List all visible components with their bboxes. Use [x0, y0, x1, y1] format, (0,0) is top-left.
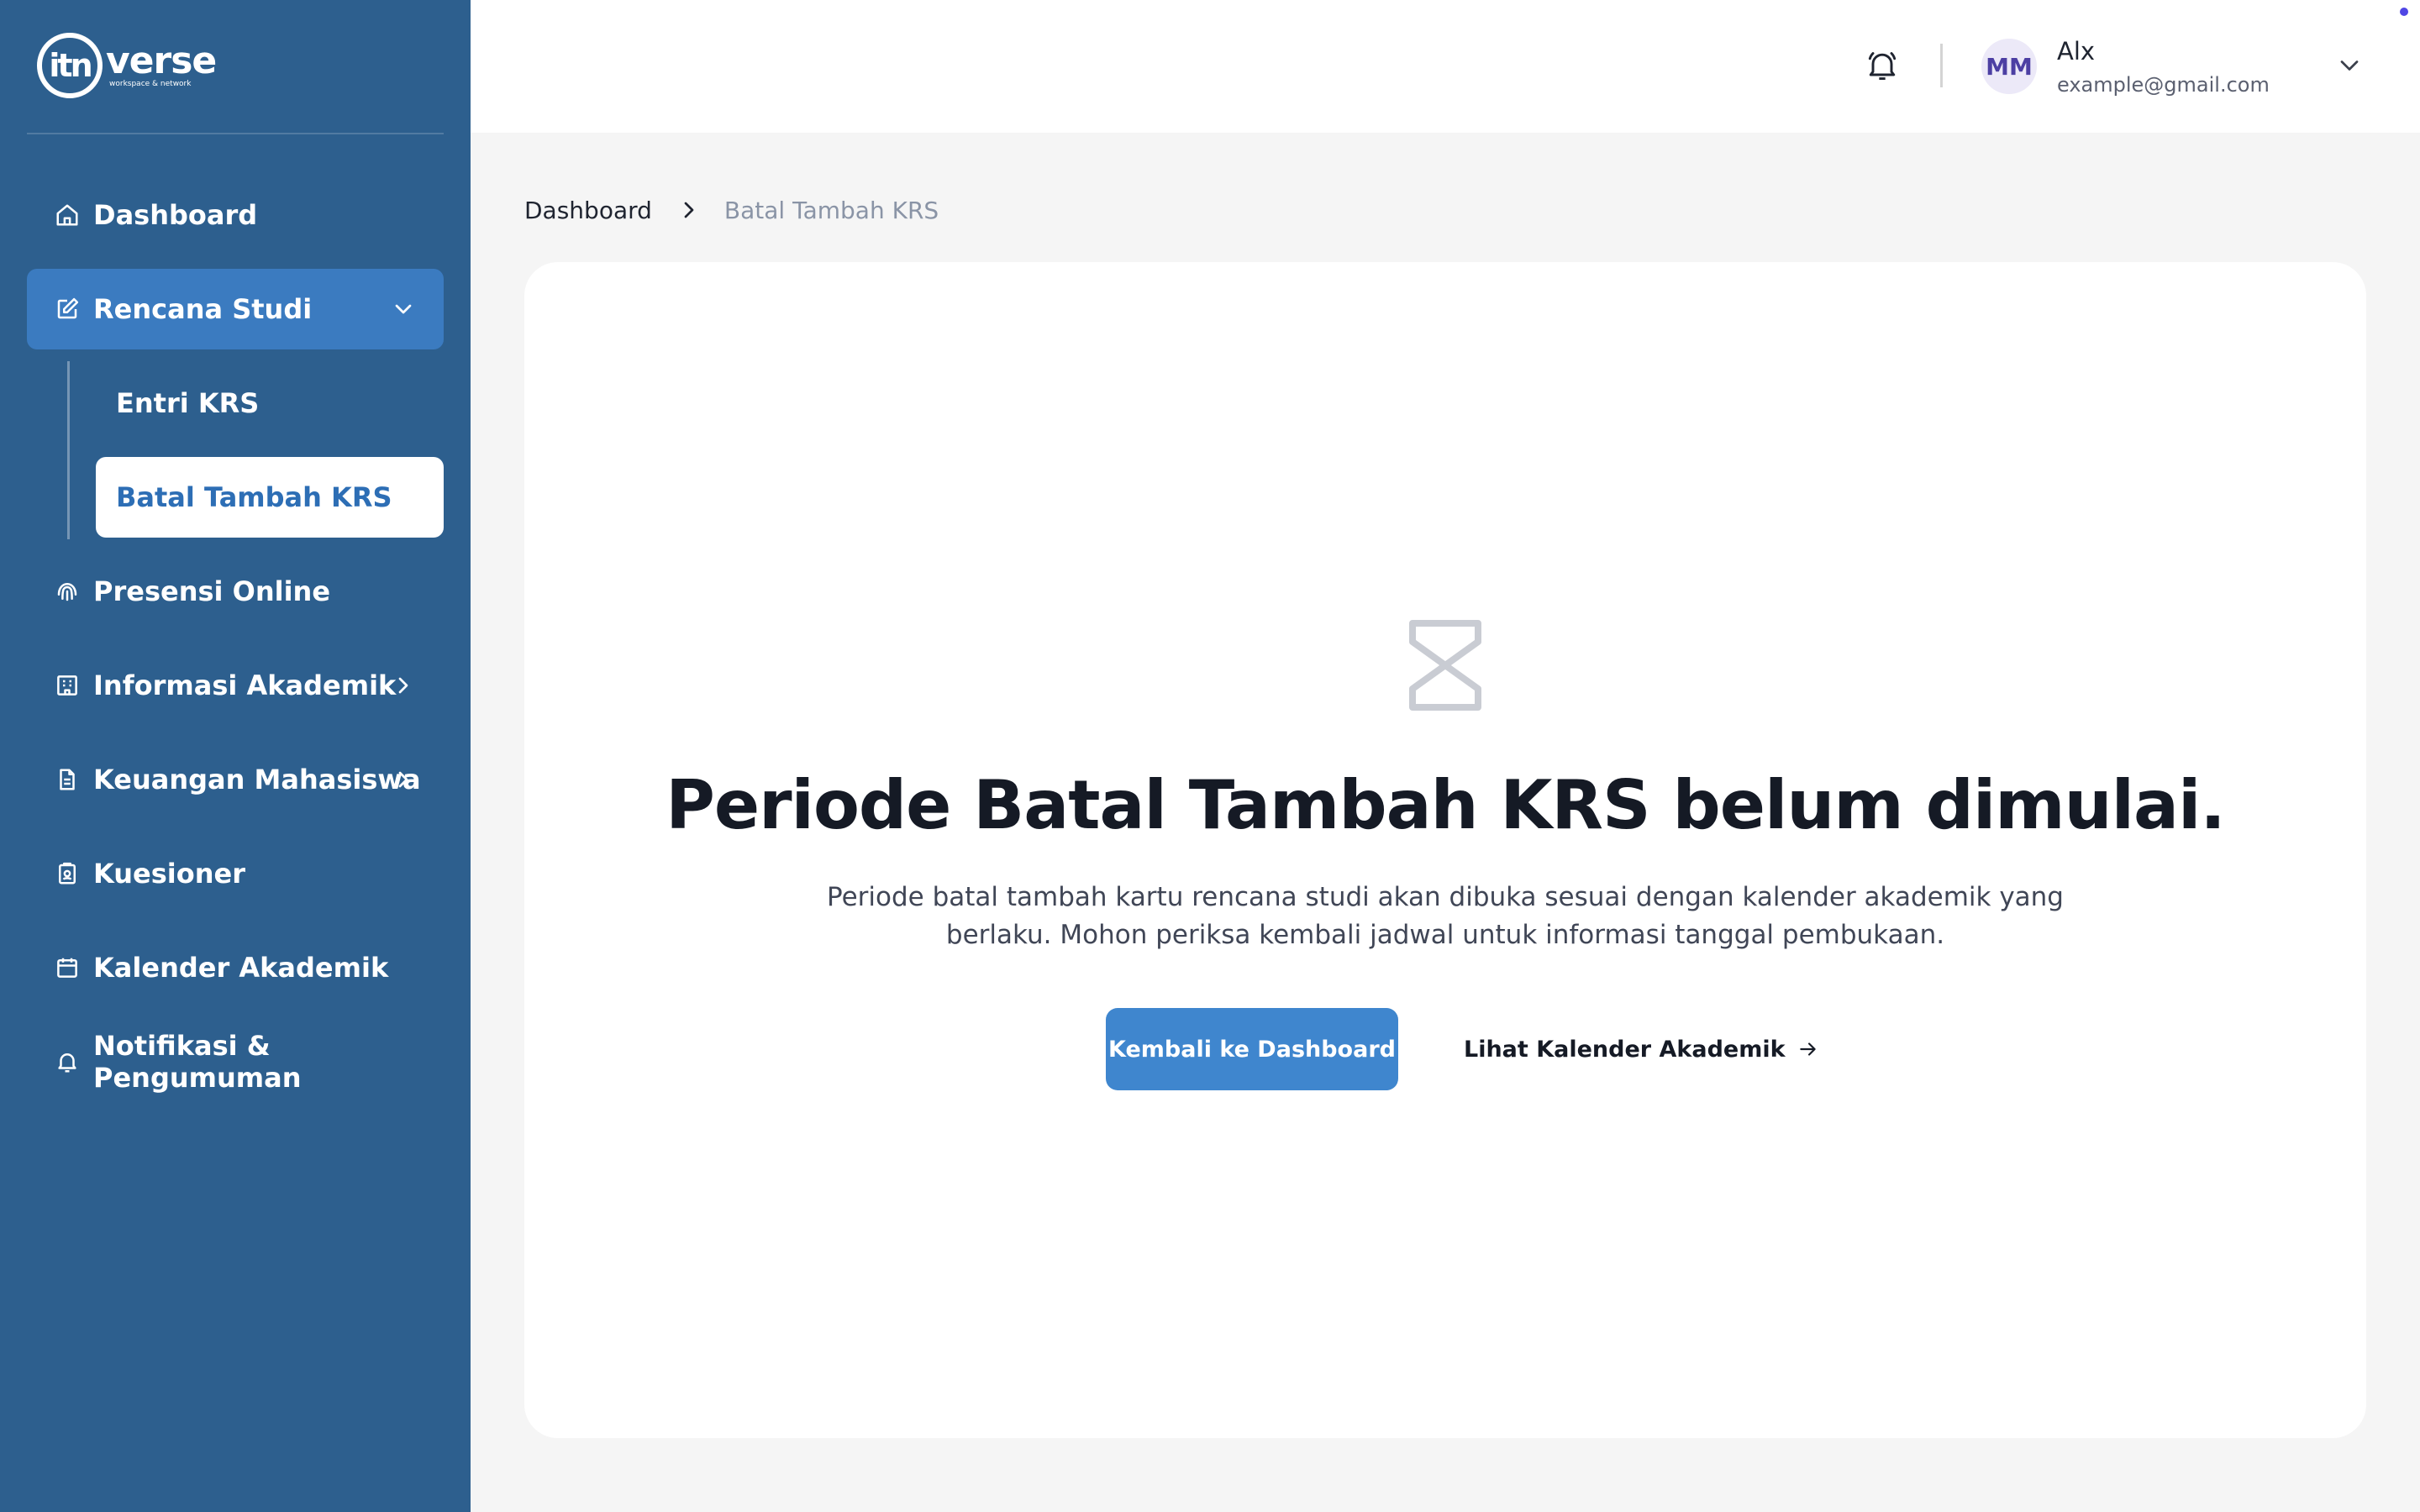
submenu-line	[67, 361, 70, 539]
user-email: example@gmail.com	[2057, 73, 2270, 97]
sidebar-item-dashboard[interactable]: Dashboard	[27, 175, 444, 255]
logo-text: verse workspace & network	[106, 39, 217, 89]
sidebar-divider	[27, 133, 444, 134]
sidebar-item-label: Dashboard	[93, 199, 258, 231]
building-icon	[54, 672, 81, 699]
logo-mark: itn	[37, 33, 103, 98]
empty-state-card: Periode Batal Tambah KRS belum dimulai. …	[524, 262, 2366, 1438]
sidebar-item-label: Presensi Online	[93, 575, 331, 607]
user-name: Alx	[2057, 37, 2096, 66]
sidebar-item-notifikasi[interactable]: Notifikasi & Pengumuman	[27, 1021, 444, 1102]
sidebar-item-label: Rencana Studi	[93, 293, 313, 325]
chevron-right-icon	[390, 672, 417, 699]
sidebar-subitem-label: Entri KRS	[116, 387, 260, 419]
fingerprint-icon	[54, 578, 81, 605]
sidebar-item-informasi-akademik[interactable]: Informasi Akademik	[27, 645, 444, 726]
calendar-icon	[54, 954, 81, 981]
breadcrumb-current: Batal Tambah KRS	[723, 196, 939, 224]
sidebar-item-keuangan-mahasiswa[interactable]: Keuangan Mahasiswa	[27, 739, 444, 820]
edit-icon	[54, 296, 81, 323]
empty-state-title: Periode Batal Tambah KRS belum dimulai.	[666, 766, 2226, 844]
sidebar-item-presensi-online[interactable]: Presensi Online	[27, 551, 444, 632]
sidebar: itn verse workspace & network Dashboard …	[0, 0, 471, 1512]
sidebar-subitem-label: Batal Tambah KRS	[116, 481, 392, 513]
top-header	[471, 0, 2420, 133]
chevron-down-icon	[390, 296, 417, 323]
sidebar-item-kalender-akademik[interactable]: Kalender Akademik	[27, 927, 444, 1008]
notification-bell-icon[interactable]	[1864, 47, 1902, 86]
sidebar-subitem-entri-krs[interactable]: Entri KRS	[96, 363, 444, 444]
bell-icon	[54, 1048, 81, 1075]
sidebar-item-label: Notifikasi & Pengumuman	[93, 1030, 302, 1094]
brand-logo[interactable]: itn verse workspace & network	[37, 32, 217, 99]
back-to-dashboard-button[interactable]: Kembali ke Dashboard	[1106, 1008, 1398, 1090]
empty-state-description: Periode batal tambah kartu rencana studi…	[827, 882, 2064, 950]
document-icon	[54, 766, 81, 793]
chevron-right-icon	[676, 197, 702, 223]
view-academic-calendar-label: Lihat Kalender Akademik	[1464, 1036, 1786, 1063]
breadcrumb: Dashboard Batal Tambah KRS	[524, 193, 939, 227]
clipboard-icon	[54, 860, 81, 887]
sidebar-item-kuesioner[interactable]: Kuesioner	[27, 833, 444, 914]
sidebar-item-rencana-studi[interactable]: Rencana Studi	[27, 269, 444, 349]
sidebar-item-label: Kalender Akademik	[93, 952, 389, 984]
sidebar-item-label: Kuesioner	[93, 858, 245, 890]
brand-name: verse	[106, 39, 217, 82]
home-icon	[54, 202, 81, 228]
hourglass-icon	[1406, 619, 1485, 711]
sidebar-item-label: Keuangan Mahasiswa	[93, 764, 421, 795]
sidebar-item-label: Informasi Akademik	[93, 669, 397, 701]
breadcrumb-home-link[interactable]: Dashboard	[524, 197, 652, 224]
avatar[interactable]: MM	[1981, 39, 2037, 94]
user-menu-chevron-down-icon[interactable]	[2334, 50, 2368, 84]
header-divider	[1940, 44, 1943, 87]
arrow-right-icon	[1797, 1038, 1819, 1060]
sidebar-subitem-batal-tambah-krs[interactable]: Batal Tambah KRS	[96, 457, 444, 538]
status-dot	[2400, 8, 2408, 16]
brand-tagline: workspace & network	[109, 80, 192, 88]
view-academic-calendar-link[interactable]: Lihat Kalender Akademik	[1464, 1008, 1819, 1090]
chevron-right-icon	[390, 766, 417, 793]
